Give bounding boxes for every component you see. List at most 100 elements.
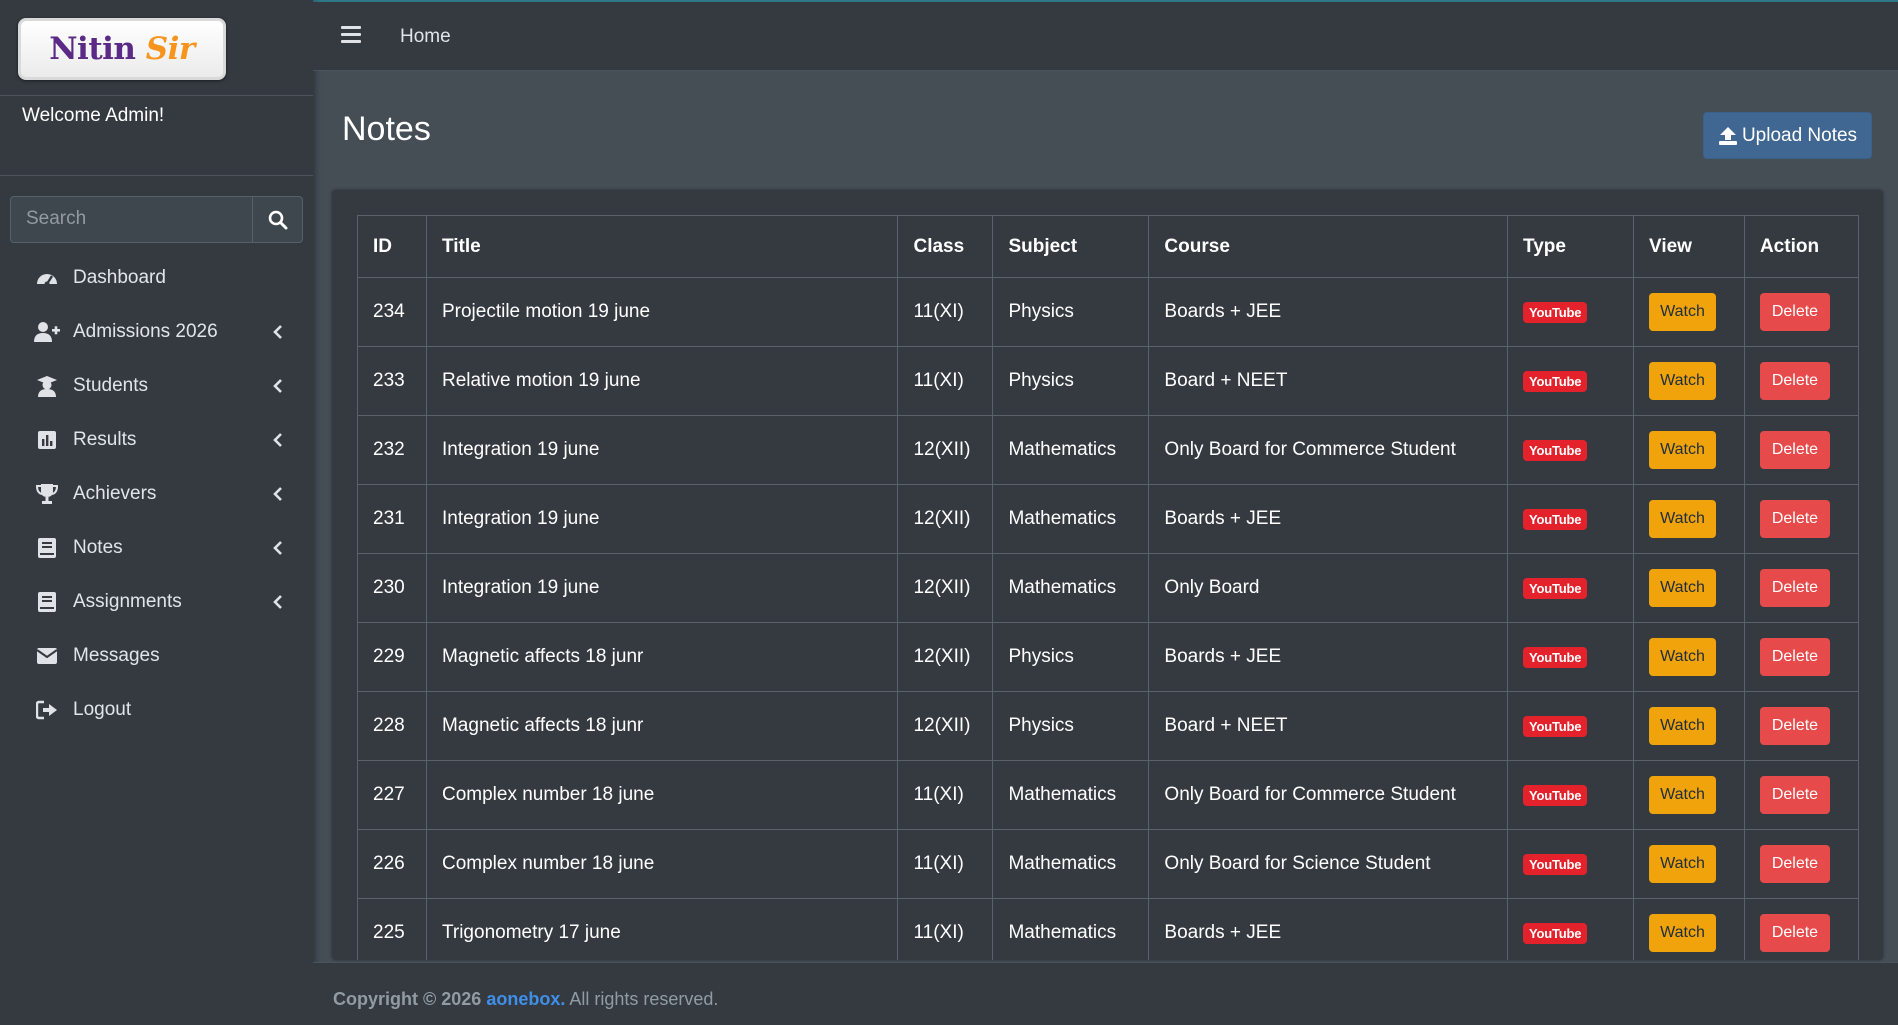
page-footer: Copyright © 2026 aonebox. All rights res…: [313, 962, 1898, 1025]
cell-course: Only Board for Commerce Student: [1148, 415, 1509, 485]
sidebar: Nitin Sir Welcome Admin! Search Dashboar…: [0, 0, 313, 1025]
menu-toggle-icon[interactable]: [341, 26, 361, 44]
cell-title: Integration 19 june: [425, 484, 899, 554]
brand-logo[interactable]: Nitin Sir: [18, 18, 226, 80]
cell-subject: Mathematics: [992, 898, 1150, 960]
footer-copyright: Copyright © 2026: [333, 989, 487, 1009]
cell-subject: Physics: [992, 691, 1150, 761]
cell-title: Complex number 18 june: [425, 829, 899, 899]
cell-type: YouTube: [1507, 346, 1634, 416]
youtube-badge: YouTube: [1523, 716, 1588, 737]
page-title: Notes: [342, 110, 431, 148]
sidebar-item-results[interactable]: Results: [0, 413, 313, 467]
delete-button[interactable]: Delete: [1759, 431, 1830, 469]
cell-type: YouTube: [1507, 622, 1634, 692]
table-row: 233 Relative motion 19 june 11(XI) Physics B…: [357, 346, 1860, 416]
sidebar-item-students[interactable]: Students: [0, 359, 313, 413]
watch-button[interactable]: Watch: [1648, 776, 1716, 814]
cell-course: Board + NEET: [1148, 346, 1509, 416]
notes-card: ID Title Class Subject Course Type View …: [332, 190, 1883, 960]
footer-brand-link[interactable]: aonebox.: [486, 989, 565, 1009]
delete-button[interactable]: Delete: [1759, 293, 1830, 331]
cell-subject: Mathematics: [992, 484, 1150, 554]
sidebar-item-achievers[interactable]: Achievers: [0, 467, 313, 521]
chevron-left-icon: [273, 539, 283, 561]
upload-notes-label: Upload Notes: [1741, 124, 1858, 146]
delete-button[interactable]: Delete: [1759, 914, 1830, 952]
top-navbar: Home: [313, 2, 1898, 71]
sidebar-item-dashboard[interactable]: Dashboard: [0, 251, 313, 305]
table-row: 226 Complex number 18 june 11(XI) Mathemati…: [357, 829, 1860, 899]
cell-id: 234: [357, 277, 427, 347]
cell-class: 12(XII): [897, 484, 994, 554]
search-icon: [268, 210, 287, 229]
delete-button[interactable]: Delete: [1759, 362, 1830, 400]
watch-button[interactable]: Watch: [1648, 293, 1716, 331]
footer-rights: All rights reserved.: [565, 989, 719, 1009]
search-button[interactable]: [252, 196, 303, 243]
chevron-left-icon: [273, 323, 283, 345]
cell-class: 12(XII): [897, 553, 994, 623]
watch-button[interactable]: Watch: [1648, 845, 1716, 883]
cell-class: 11(XI): [897, 829, 994, 899]
sidebar-item-admissions[interactable]: Admissions 2026: [0, 305, 313, 359]
table-header-row: ID Title Class Subject Course Type View …: [357, 215, 1860, 278]
cell-subject: Mathematics: [992, 829, 1150, 899]
column-header-course: Course: [1148, 215, 1509, 278]
cell-subject: Mathematics: [992, 553, 1150, 623]
cell-action: Delete: [1743, 622, 1860, 692]
home-link[interactable]: Home: [400, 26, 451, 48]
youtube-badge: YouTube: [1523, 647, 1588, 668]
cell-type: YouTube: [1507, 760, 1634, 830]
delete-button[interactable]: Delete: [1759, 638, 1830, 676]
delete-button[interactable]: Delete: [1759, 707, 1830, 745]
chevron-left-icon: [273, 485, 283, 507]
delete-button[interactable]: Delete: [1759, 776, 1830, 814]
watch-button[interactable]: Watch: [1648, 431, 1716, 469]
search-input[interactable]: Search: [10, 196, 252, 243]
cell-id: 231: [357, 484, 427, 554]
sidebar-item-messages[interactable]: Messages: [0, 629, 313, 683]
chevron-left-icon: [273, 377, 283, 399]
youtube-badge: YouTube: [1523, 302, 1588, 323]
cell-class: 12(XII): [897, 691, 994, 761]
trophy-icon: [33, 482, 61, 506]
table-row: 232 Integration 19 june 12(XII) Mathematics…: [357, 415, 1860, 485]
cell-id: 232: [357, 415, 427, 485]
table-row: 230 Integration 19 june 12(XII) Mathematics…: [357, 553, 1860, 623]
cell-subject: Physics: [992, 346, 1150, 416]
cell-course: Only Board: [1148, 553, 1509, 623]
watch-button[interactable]: Watch: [1648, 707, 1716, 745]
cell-type: YouTube: [1507, 691, 1634, 761]
upload-notes-button[interactable]: Upload Notes: [1703, 112, 1872, 159]
table-row: 225 Trigonometry 17 june 11(XI) Mathematics…: [357, 898, 1860, 960]
cell-class: 12(XII): [897, 415, 994, 485]
cell-view: Watch: [1632, 829, 1745, 899]
sidebar-item-logout[interactable]: Logout: [0, 683, 313, 737]
chevron-left-icon: [273, 593, 283, 615]
chevron-left-icon: [273, 431, 283, 453]
cell-action: Delete: [1743, 691, 1860, 761]
delete-button[interactable]: Delete: [1759, 845, 1830, 883]
cell-type: YouTube: [1507, 553, 1634, 623]
delete-button[interactable]: Delete: [1759, 500, 1830, 538]
cell-type: YouTube: [1507, 415, 1634, 485]
watch-button[interactable]: Watch: [1648, 500, 1716, 538]
cell-title: Relative motion 19 june: [425, 346, 899, 416]
cell-title: Magnetic affects 18 junr: [425, 622, 899, 692]
cell-view: Watch: [1632, 277, 1745, 347]
sidebar-item-assignments[interactable]: Assignments: [0, 575, 313, 629]
watch-button[interactable]: Watch: [1648, 362, 1716, 400]
cell-view: Watch: [1632, 346, 1745, 416]
watch-button[interactable]: Watch: [1648, 914, 1716, 952]
sidebar-item-notes[interactable]: Notes: [0, 521, 313, 575]
watch-button[interactable]: Watch: [1648, 638, 1716, 676]
column-header-title: Title: [425, 215, 899, 278]
cell-course: Boards + JEE: [1148, 898, 1509, 960]
watch-button[interactable]: Watch: [1648, 569, 1716, 607]
cell-view: Watch: [1632, 484, 1745, 554]
delete-button[interactable]: Delete: [1759, 569, 1830, 607]
cell-view: Watch: [1632, 415, 1745, 485]
cell-action: Delete: [1743, 277, 1860, 347]
cell-course: Boards + JEE: [1148, 622, 1509, 692]
